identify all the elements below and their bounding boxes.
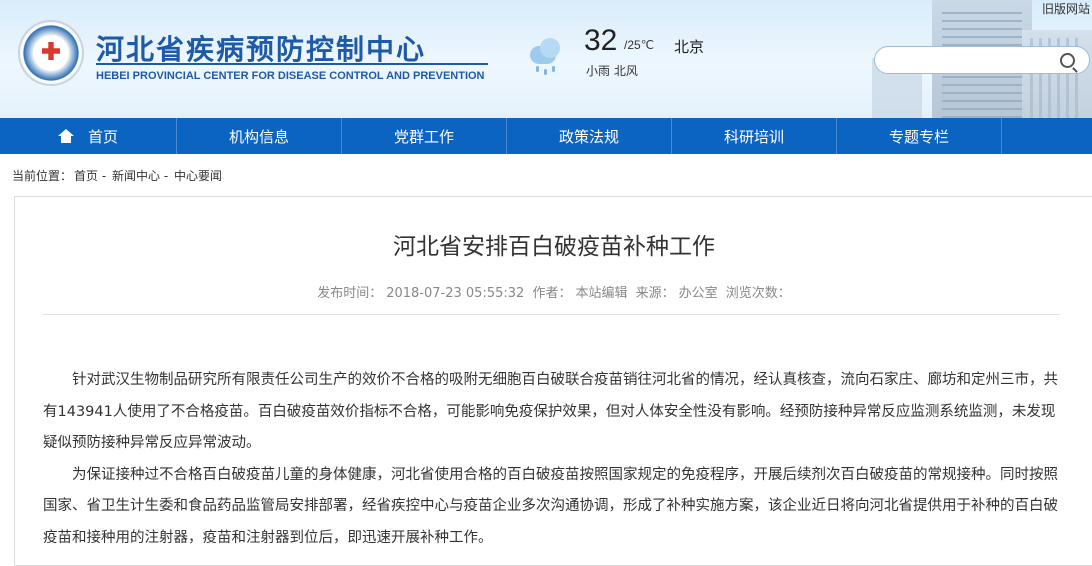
nav-item-research-training[interactable]: 科研培训 bbox=[672, 118, 837, 154]
breadcrumb-item-news[interactable]: 新闻中心 bbox=[112, 169, 160, 183]
search-icon[interactable] bbox=[1060, 53, 1075, 68]
publish-label: 发布时间： bbox=[317, 286, 383, 301]
article-paragraph: 为保证接种过不合格百白破疫苗儿童的身体健康，河北省使用合格的百白破疫苗按照国家规… bbox=[43, 466, 1058, 546]
old-site-link[interactable]: 旧版网站 bbox=[1042, 0, 1090, 17]
article-container: 河北省安排百白破疫苗补种工作 发布时间： 2018-07-23 05:55:32 … bbox=[14, 196, 1092, 566]
breadcrumb-prefix: 当前位置： bbox=[12, 169, 73, 183]
nav-item-label: 科研培训 bbox=[723, 127, 784, 146]
site-header: 河北省疾病预防控制中心 HEBEI PROVINCIAL CENTER FOR … bbox=[0, 0, 1092, 118]
breadcrumb-item-home[interactable]: 首页 bbox=[74, 169, 98, 183]
article-paragraph: 针对武汉生物制品研究所有限责任公司生产的效价不合格的吸附无细胞百白破联合疫苗销往… bbox=[43, 372, 1058, 451]
author-label: 作者： bbox=[532, 286, 572, 301]
weather-temperature-range: /25℃ bbox=[624, 38, 655, 52]
divider bbox=[43, 314, 1060, 315]
nav-item-special-topics[interactable]: 专题专栏 bbox=[837, 118, 1002, 154]
breadcrumb-item-center-news[interactable]: 中心要闻 bbox=[174, 169, 222, 183]
views-label: 浏览次数： bbox=[725, 286, 791, 301]
article-title: 河北省安排百白破疫苗补种工作 bbox=[393, 234, 715, 260]
breadcrumb-separator: - bbox=[160, 169, 172, 183]
search-box bbox=[874, 46, 1090, 74]
main-nav: 首页 机构信息 党群工作 政策法规 科研培训 专题专栏 bbox=[0, 118, 1092, 154]
author: 本站编辑 bbox=[575, 286, 628, 301]
nav-item-policies[interactable]: 政策法规 bbox=[507, 118, 672, 154]
cloud-rain-icon bbox=[524, 38, 566, 75]
breadcrumb-separator: - bbox=[98, 169, 110, 183]
search-input[interactable] bbox=[887, 51, 1061, 71]
divider bbox=[96, 63, 488, 65]
org-name-en: HEBEI PROVINCIAL CENTER FOR DISEASE CONT… bbox=[96, 70, 485, 82]
source-label: 来源： bbox=[635, 286, 675, 301]
publish-time: 2018-07-23 05:55:32 bbox=[386, 286, 525, 301]
source: 办公室 bbox=[678, 286, 718, 301]
home-icon bbox=[57, 129, 74, 143]
nav-item-party-work[interactable]: 党群工作 bbox=[342, 118, 507, 154]
weather-city: 北京 bbox=[674, 38, 705, 56]
weather-description: 小雨 北风 bbox=[586, 64, 638, 78]
nav-item-home[interactable]: 首页 bbox=[0, 118, 177, 154]
nav-item-label: 机构信息 bbox=[228, 127, 289, 146]
weather-temperature: 32 bbox=[584, 24, 618, 57]
nav-item-label: 党群工作 bbox=[393, 127, 454, 146]
breadcrumb: 当前位置： 首页 - 新闻中心 - 中心要闻 bbox=[12, 167, 222, 184]
building-image bbox=[1022, 30, 1092, 118]
nav-item-label: 首页 bbox=[87, 127, 118, 146]
article-body: 针对武汉生物制品研究所有限责任公司生产的效价不合格的吸附无细胞百白破联合疫苗销往… bbox=[43, 365, 1060, 554]
nav-item-label: 专题专栏 bbox=[888, 127, 949, 146]
article-meta: 发布时间： 2018-07-23 05:55:32 作者： 本站编辑 来源： 办公室 … bbox=[15, 282, 1092, 301]
nav-item-label: 政策法规 bbox=[558, 127, 619, 146]
nav-item-organization[interactable]: 机构信息 bbox=[177, 118, 342, 154]
org-logo[interactable] bbox=[20, 22, 82, 84]
org-name-cn: 河北省疾病预防控制中心 bbox=[96, 33, 427, 66]
